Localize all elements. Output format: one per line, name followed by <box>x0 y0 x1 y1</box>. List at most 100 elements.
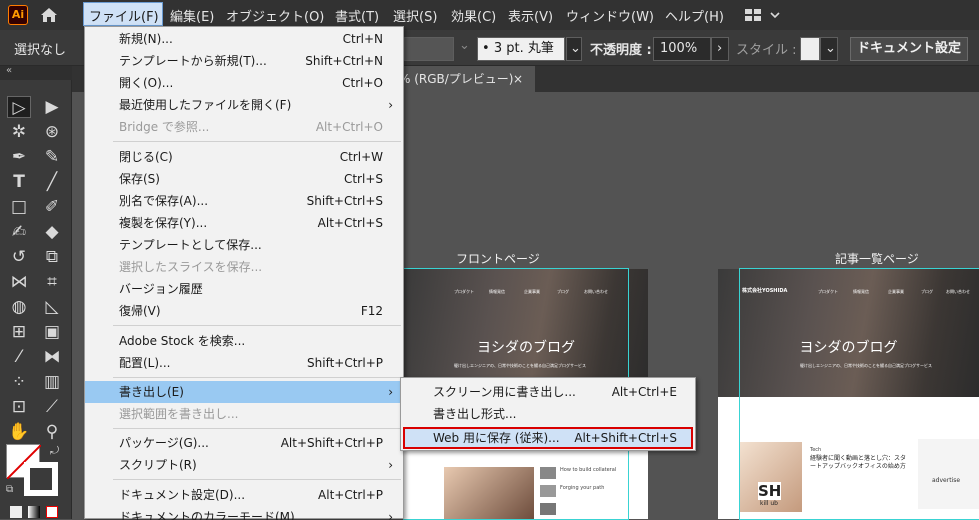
shape-builder-tool-icon[interactable]: ◍ <box>7 296 31 318</box>
menu-item-document-color-mode[interactable]: ドキュメントのカラーモード(M) › <box>85 506 403 520</box>
paintbrush-tool-icon[interactable]: ✐ <box>40 196 64 218</box>
menu-item-version-history[interactable]: バージョン履歴 <box>85 278 403 300</box>
tools-panel-header: « <box>0 65 72 80</box>
eraser-tool-icon[interactable]: ◆ <box>40 221 64 243</box>
close-tab-icon[interactable]: × <box>513 66 523 92</box>
menu-separator <box>113 141 401 142</box>
column-graph-tool-icon[interactable]: ▥ <box>40 371 64 393</box>
menu-view[interactable]: 表示(V) <box>508 6 553 25</box>
menu-item-package[interactable]: パッケージ(G)... Alt+Shift+Ctrl+P <box>85 432 403 454</box>
submenu-arrow-icon: › <box>388 385 393 399</box>
illustrator-logo: Ai <box>8 5 28 25</box>
artboard-label-article-list: 記事一覧ページ <box>835 252 919 266</box>
selection-tool-icon[interactable]: ▷ <box>7 96 31 118</box>
submenu-arrow-icon: › <box>388 510 393 520</box>
menu-item-place[interactable]: 配置(L)... Shift+Ctrl+P <box>85 352 403 374</box>
menu-item-new-from-template[interactable]: テンプレートから新規(T)... Shift+Ctrl+N <box>85 50 403 72</box>
rectangle-tool-icon[interactable]: □ <box>7 196 31 218</box>
submenu-arrow-icon: › <box>388 458 393 472</box>
swap-fill-stroke-icon[interactable]: ⤾ <box>50 444 59 458</box>
menu-type[interactable]: 書式(T) <box>335 6 379 25</box>
opacity-label: 不透明度 : <box>590 43 652 58</box>
gradient-tool-icon[interactable]: ▣ <box>40 321 64 343</box>
brush-definition-field[interactable]: • 3 pt. 丸筆 <box>477 37 565 61</box>
menu-item-open-recent[interactable]: 最近使用したファイルを開く(F) › <box>85 94 403 116</box>
menu-item-close[interactable]: 閉じる(C) Ctrl+W <box>85 146 403 168</box>
style-label: スタイル : <box>736 43 797 58</box>
free-transform-tool-icon[interactable]: ⌗ <box>40 271 64 293</box>
artboard-label-front-page: フロントページ <box>456 252 540 266</box>
line-tool-icon[interactable]: ╱ <box>40 171 64 193</box>
menu-item-save-for-web-legacy[interactable]: Web 用に保存 (従来)... Alt+Shift+Ctrl+S <box>401 427 695 449</box>
menu-item-save-as[interactable]: 別名で保存(A)... Shift+Ctrl+S <box>85 190 403 212</box>
menu-object[interactable]: オブジェクト(O) <box>226 6 324 25</box>
collapse-panel-icon[interactable]: « <box>6 65 12 76</box>
stroke-swatch[interactable] <box>24 462 58 496</box>
opacity-arrow-button[interactable]: › <box>711 37 729 61</box>
menu-separator <box>113 377 401 378</box>
menu-item-export-selection: 選択範囲を書き出し... <box>119 407 239 421</box>
eyedropper-tool-icon[interactable]: ⁄ <box>7 346 31 368</box>
rotate-tool-icon[interactable]: ↺ <box>7 246 31 268</box>
style-swatch[interactable] <box>800 37 820 61</box>
stroke-color-swatch[interactable] <box>404 37 454 61</box>
menu-help[interactable]: ヘルプ(H) <box>665 6 724 25</box>
type-tool-icon[interactable]: T <box>7 171 31 193</box>
direct-selection-tool-icon[interactable]: ▶ <box>40 96 64 118</box>
mesh-tool-icon[interactable]: ⊞ <box>7 321 31 343</box>
menu-item-browse-bridge: Bridge で参照... Alt+Ctrl+O <box>119 120 383 134</box>
tools-panel: « ▷ ▶ ✲ ⊛ ✒ ✎ T ╱ □ ✐ ✍ ◆ ↺ ⧉ ⋈ ⌗ ◍ ◺ ⊞ … <box>0 65 72 519</box>
hand-tool-icon[interactable]: ✋ <box>7 421 31 443</box>
document-tab-title: % (RGB/プレビュー) <box>399 72 514 86</box>
document-settings-button[interactable]: ドキュメント設定 <box>850 37 968 61</box>
lasso-tool-icon[interactable]: ⊛ <box>40 121 64 143</box>
menu-item-save-copy[interactable]: 複製を保存(Y)... Alt+Ctrl+S <box>85 212 403 234</box>
menu-item-export-for-screens[interactable]: スクリーン用に書き出し... Alt+Ctrl+E <box>401 381 695 403</box>
menu-item-export[interactable]: 書き出し(E) › <box>85 381 403 403</box>
zoom-tool-icon[interactable]: ⚲ <box>40 421 64 443</box>
menu-edit[interactable]: 編集(E) <box>170 6 214 25</box>
menu-item-revert[interactable]: 復帰(V) F12 <box>85 300 403 322</box>
gradient-mode-icon[interactable] <box>28 506 40 518</box>
menu-item-new[interactable]: 新規(N)... Ctrl+N <box>85 28 403 50</box>
pen-tool-icon[interactable]: ✒ <box>7 146 31 168</box>
selection-status: 選択なし <box>14 43 67 58</box>
magic-wand-tool-icon[interactable]: ✲ <box>7 121 31 143</box>
brush-dropdown-button[interactable]: ⌄ <box>566 37 582 61</box>
opacity-input[interactable]: 100% <box>653 37 711 61</box>
home-icon[interactable] <box>38 5 60 25</box>
document-tab[interactable]: % (RGB/プレビュー) × <box>393 66 535 92</box>
menu-item-search-adobe-stock[interactable]: Adobe Stock を検索... <box>85 330 403 352</box>
menu-separator <box>113 479 401 480</box>
style-dropdown-button[interactable]: ⌄ <box>820 37 838 61</box>
menu-window[interactable]: ウィンドウ(W) <box>566 6 654 25</box>
menu-item-document-setup[interactable]: ドキュメント設定(D)... Alt+Ctrl+P <box>85 484 403 506</box>
menu-item-open[interactable]: 開く(O)... Ctrl+O <box>85 72 403 94</box>
menu-item-save[interactable]: 保存(S) Ctrl+S <box>85 168 403 190</box>
scale-tool-icon[interactable]: ⧉ <box>40 246 64 268</box>
menu-select[interactable]: 選択(S) <box>393 6 437 25</box>
slice-tool-icon[interactable]: ⟋ <box>40 396 64 418</box>
export-submenu: スクリーン用に書き出し... Alt+Ctrl+E 書き出し形式... Web 用… <box>400 377 696 451</box>
menu-file[interactable]: ファイル(F) <box>89 6 159 25</box>
menu-item-export-as[interactable]: 書き出し形式... <box>401 403 695 425</box>
color-mode-icon[interactable] <box>10 506 22 518</box>
artboard-tool-icon[interactable]: ⊡ <box>7 396 31 418</box>
blend-tool-icon[interactable]: ⧓ <box>40 346 64 368</box>
shaper-tool-icon[interactable]: ✍ <box>7 221 31 243</box>
width-tool-icon[interactable]: ⋈ <box>7 271 31 293</box>
menu-item-scripts[interactable]: スクリプト(R) › <box>85 454 403 476</box>
file-menu: 新規(N)... Ctrl+N テンプレートから新規(T)... Shift+Ctr… <box>84 26 404 520</box>
menu-separator <box>113 325 401 326</box>
artboard-article-list-outline <box>739 268 979 520</box>
symbol-sprayer-tool-icon[interactable]: ⁘ <box>7 371 31 393</box>
stroke-dropdown-arrow[interactable]: ⌄ <box>459 38 470 53</box>
menu-effect[interactable]: 効果(C) <box>451 6 496 25</box>
menu-item-save-selected-slices: 選択したスライスを保存... <box>119 260 263 274</box>
perspective-grid-tool-icon[interactable]: ◺ <box>40 296 64 318</box>
workspace-switcher-icon[interactable] <box>745 8 781 22</box>
default-fill-stroke-icon[interactable]: ⧉ <box>6 484 13 495</box>
curvature-tool-icon[interactable]: ✎ <box>40 146 64 168</box>
none-mode-icon[interactable] <box>46 506 58 518</box>
menu-item-save-as-template[interactable]: テンプレートとして保存... <box>85 234 403 256</box>
